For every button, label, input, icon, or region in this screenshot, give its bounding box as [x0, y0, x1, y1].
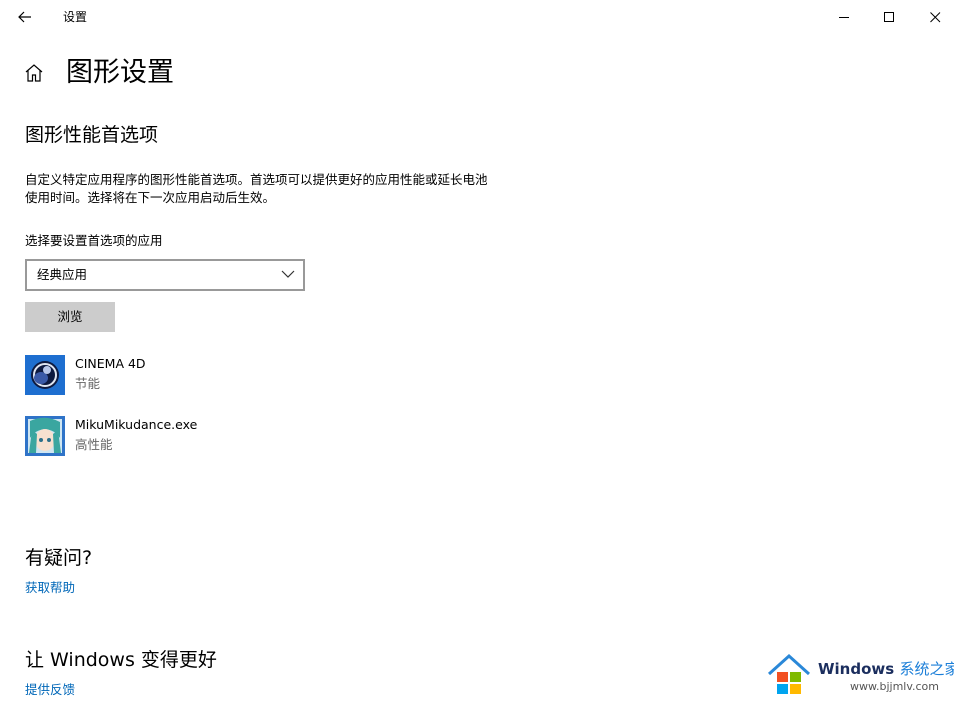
- chevron-down-icon: [281, 270, 295, 278]
- minimize-button[interactable]: [821, 0, 867, 34]
- feedback-heading: 让 Windows 变得更好: [25, 649, 217, 671]
- watermark: Windows 系统之家 www.bjjmlv.com: [760, 648, 954, 701]
- get-help-link[interactable]: 获取帮助: [25, 579, 75, 597]
- app-type-label: 选择要设置首选项的应用: [25, 233, 163, 248]
- cinema4d-icon: [25, 355, 65, 395]
- app-name: MikuMikudance.exe: [75, 417, 198, 432]
- app-list-item-mikumikudance[interactable]: MikuMikudance.exe 高性能: [25, 416, 325, 460]
- watermark-brand-en: Windows: [818, 660, 895, 678]
- give-feedback-link[interactable]: 提供反馈: [25, 681, 75, 699]
- help-heading: 有疑问?: [25, 547, 93, 569]
- app-type-dropdown[interactable]: 经典应用: [25, 259, 305, 291]
- graphics-preference-heading: 图形性能首选项: [25, 124, 159, 146]
- home-icon: [25, 64, 43, 82]
- back-button[interactable]: [10, 2, 40, 32]
- maximize-icon: [884, 12, 894, 22]
- close-button[interactable]: [912, 0, 954, 34]
- title-bar: 设置: [0, 0, 954, 34]
- minimize-icon: [839, 17, 849, 18]
- graphics-preference-description: 自定义特定应用程序的图形性能首选项。首选项可以提供更好的应用性能或延长电池使用时…: [25, 172, 488, 205]
- app-name: CINEMA 4D: [75, 356, 146, 371]
- app-preference: 高性能: [75, 437, 113, 452]
- mikumikudance-icon: [25, 416, 65, 456]
- watermark-brand-cn: 系统之家: [899, 660, 954, 678]
- close-icon: [930, 12, 941, 23]
- window-title: 设置: [63, 10, 88, 24]
- app-list-item-cinema4d[interactable]: CINEMA 4D 节能: [25, 355, 325, 399]
- page-title: 图形设置: [66, 57, 174, 88]
- app-type-selected-value: 经典应用: [37, 267, 88, 282]
- browse-button[interactable]: 浏览: [25, 302, 115, 332]
- arrow-left-icon: [18, 11, 31, 23]
- maximize-button[interactable]: [866, 0, 912, 34]
- watermark-brand: Windows 系统之家: [818, 660, 954, 678]
- home-button[interactable]: [23, 62, 45, 84]
- app-preference: 节能: [75, 376, 101, 391]
- windows-logo-icon: [767, 653, 811, 694]
- watermark-url: www.bjjmlv.com: [850, 680, 939, 693]
